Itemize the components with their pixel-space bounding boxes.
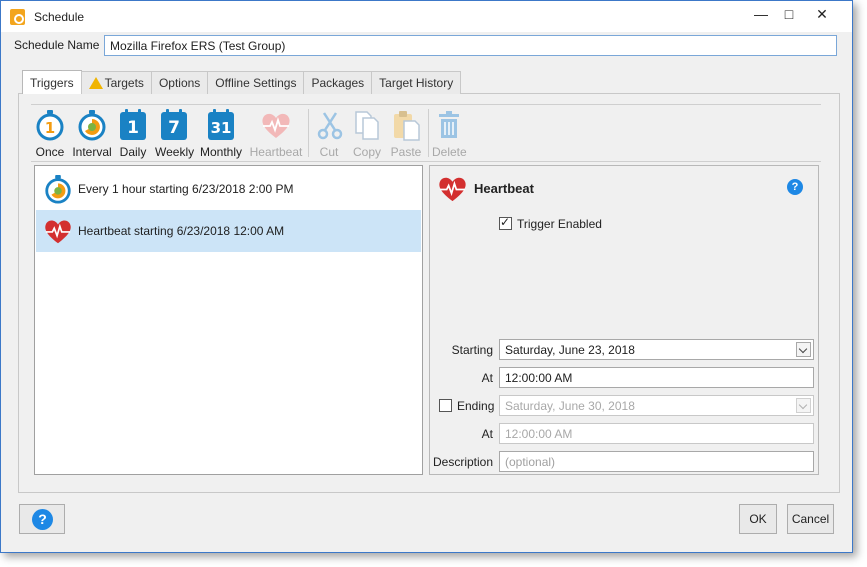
heartbeat-icon [260,109,292,141]
heartbeat-icon [43,216,73,246]
weekly-button[interactable]: 7 Weekly [155,109,195,159]
ok-button[interactable]: OK [739,504,777,534]
maximize-button[interactable]: □ [774,3,804,27]
chevron-down-icon[interactable] [796,342,811,357]
svg-text:1: 1 [45,119,55,137]
calendar-weekly-number: 7 [161,109,187,140]
tab-offline-settings[interactable]: Offline Settings [207,71,305,94]
tab-label: Target History [379,76,454,90]
help-button[interactable]: ? [19,504,65,534]
tab-strip: Triggers Targets Options Offline Setting… [22,70,462,94]
starting-date-value: Saturday, June 23, 2018 [505,343,635,357]
end-time-value: 12:00:00 AM [505,427,573,441]
schedule-name-label: Schedule Name [14,38,100,52]
calendar-monthly-number: 31 [208,109,234,140]
ending-date-value: Saturday, June 30, 2018 [505,399,635,413]
ending-date-picker: Saturday, June 30, 2018 [499,395,814,416]
tab-triggers[interactable]: Triggers [22,70,82,94]
starting-date-picker[interactable]: Saturday, June 23, 2018 [499,339,814,360]
end-at-label: At [481,427,493,441]
delete-button[interactable]: Delete [432,109,467,159]
interval-label: Interval [72,145,112,159]
list-item[interactable]: Heartbeat starting 6/23/2018 12:00 AM [36,210,421,252]
heartbeat-button[interactable]: Heartbeat [249,109,303,159]
tab-label: Packages [311,76,365,90]
warning-icon [88,77,103,89]
tab-label: Targets [104,76,144,90]
tab-label: Offline Settings [215,76,297,90]
tab-targets[interactable]: Targets [80,71,152,94]
once-label: Once [35,145,65,159]
description-input[interactable]: (optional) [499,451,814,472]
trigger-list[interactable]: Every 1 hour starting 6/23/2018 2:00 PM … [34,165,423,475]
tab-packages[interactable]: Packages [303,71,373,94]
tab-label: Options [158,76,201,90]
minimize-button[interactable]: — [746,3,776,27]
toolbar-divider [31,161,821,162]
daily-label: Daily [119,145,147,159]
interval-button[interactable]: Interval [71,109,113,159]
list-item[interactable]: Every 1 hour starting 6/23/2018 2:00 PM [36,168,421,210]
window-title: Schedule [34,10,85,24]
description-placeholder: (optional) [505,455,556,469]
once-button[interactable]: 1 Once [34,109,66,159]
cut-label: Cut [319,145,339,159]
ending-label: Ending [457,399,495,413]
cut-button[interactable]: Cut [314,109,344,159]
app-icon [10,9,25,25]
daily-button[interactable]: 1 Daily [117,109,149,159]
tab-options[interactable]: Options [150,71,209,94]
calendar-daily-icon: 1 [117,109,149,141]
interval-icon [43,174,73,204]
detail-title: Heartbeat [474,181,534,196]
heartbeat-label: Heartbeat [249,145,303,159]
trigger-enabled-checkbox[interactable] [499,215,512,230]
interval-icon [76,109,108,141]
trigger-enabled-label: Trigger Enabled [517,217,602,231]
toolbar-separator [308,109,309,157]
paste-button[interactable]: Paste [389,109,423,159]
end-time-input: 12:00:00 AM [499,423,814,444]
calendar-weekly-icon: 7 [158,109,190,141]
start-time-value: 12:00:00 AM [505,371,573,385]
help-icon[interactable]: ? [787,179,803,195]
monthly-button[interactable]: 31 Monthly [199,109,243,159]
copy-label: Copy [352,145,381,159]
title-bar: Schedule — □ ✕ [1,1,852,32]
schedule-name-input[interactable] [104,35,837,56]
trash-icon [433,109,465,141]
toolbar-divider [31,104,821,105]
start-at-label: At [481,371,493,385]
tab-label: Triggers [30,75,74,90]
ending-checkbox[interactable] [439,399,452,412]
starting-label: Starting [451,343,493,357]
copy-icon [351,109,383,141]
weekly-label: Weekly [155,145,195,159]
cancel-button[interactable]: Cancel [787,504,834,534]
close-button[interactable]: ✕ [807,3,837,27]
start-time-input[interactable]: 12:00:00 AM [499,367,814,388]
toolbar-separator [428,109,429,157]
description-label: Description [433,455,494,469]
trigger-text: Heartbeat starting 6/23/2018 12:00 AM [78,224,285,238]
help-icon: ? [32,509,53,530]
delete-label: Delete [432,145,467,159]
monthly-label: Monthly [199,145,243,159]
tab-target-history[interactable]: Target History [371,71,462,94]
stopwatch-icon: 1 [34,109,66,141]
calendar-daily-number: 1 [120,109,146,140]
trigger-text: Every 1 hour starting 6/23/2018 2:00 PM [78,182,294,196]
heartbeat-icon [437,173,468,204]
copy-button[interactable]: Copy [350,109,384,159]
scissors-icon [314,109,346,141]
calendar-monthly-icon: 31 [205,109,237,141]
paste-label: Paste [390,145,422,159]
paste-icon [390,109,422,141]
chevron-down-icon [796,398,811,413]
